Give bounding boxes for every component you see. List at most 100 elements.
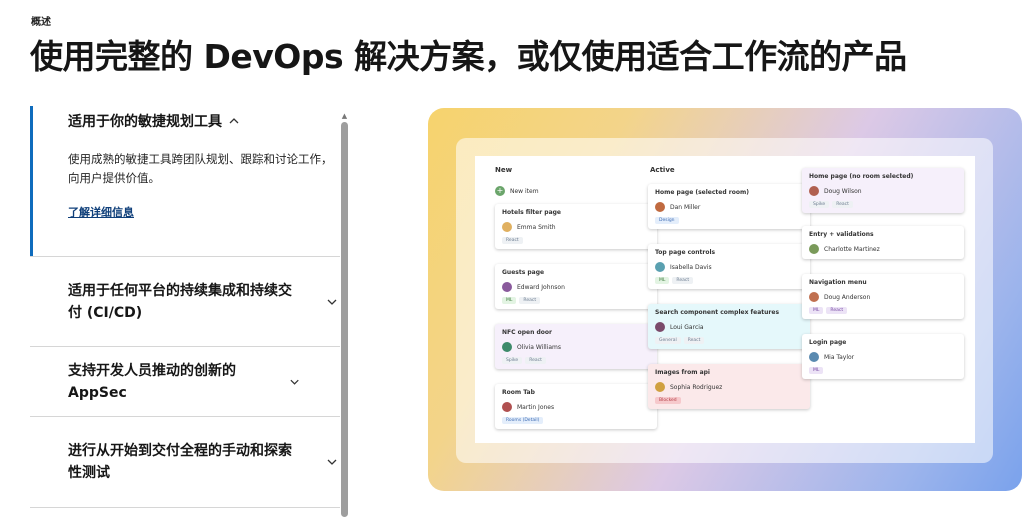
accordion-title: 适用于任何平台的持续集成和持续交付 (CI/CD): [68, 282, 292, 321]
tag-badge: React: [672, 277, 694, 284]
kanban-card: Entry + validations Charlotte Martinez: [802, 226, 964, 259]
card-assignee: Mia Taylor: [809, 352, 957, 362]
card-tags: Blocked: [655, 397, 803, 404]
tag-badge: React: [519, 297, 541, 304]
accordion-title: 适用于你的敏捷规划工具: [68, 114, 222, 130]
card-assignee: Isabella Davis: [655, 262, 803, 272]
card-assignee: Olivia Williams: [502, 342, 650, 352]
avatar: [809, 292, 819, 302]
avatar: [655, 322, 665, 332]
card-assignee: Edward Johnson: [502, 282, 650, 292]
card-title: NFC open door: [502, 329, 552, 336]
card-tags: ML React: [502, 297, 650, 304]
avatar: [655, 262, 665, 272]
avatar: [502, 222, 512, 232]
assignee-name: Isabella Davis: [670, 263, 712, 271]
card-tags: Spike React: [502, 357, 650, 364]
card-tags: General React: [655, 337, 803, 344]
card-tags: ML React: [655, 277, 803, 284]
card-tags: ML: [809, 367, 957, 374]
tag-badge: React: [502, 237, 523, 244]
tag-badge: ML: [655, 277, 670, 284]
tag-badge: ML: [502, 297, 517, 304]
assignee-name: Sophia Rodriguez: [670, 383, 723, 391]
card-assignee: Loui Garcia: [655, 322, 803, 332]
assignee-name: Doug Anderson: [824, 293, 871, 301]
scroll-up-icon[interactable]: ▲: [341, 112, 348, 120]
chevron-down-icon: [327, 299, 337, 305]
card-title: Images from api: [655, 369, 710, 376]
plus-icon: +: [495, 186, 505, 196]
scrollbar[interactable]: ▲: [341, 112, 348, 517]
accordion-description: 使用成熟的敏捷工具跨团队规划、跟踪和讨论工作，向用户提供价值。: [68, 152, 333, 185]
boards-illustration: New + New item Active Hotels filter page…: [428, 108, 1022, 491]
card-title: Home page (selected room): [655, 189, 749, 196]
tag-badge: Design: [655, 217, 679, 224]
accordion-item-testing[interactable]: 进行从开始到交付全程的手动和探索性测试: [30, 416, 340, 508]
tag-badge: Blocked: [655, 397, 681, 404]
tag-badge: General: [655, 337, 681, 344]
page-title: 使用完整的 DevOps 解决方案，或仅使用适合工作流的产品: [30, 37, 907, 76]
assignee-name: Olivia Williams: [517, 343, 561, 351]
accordion-header-agile[interactable]: 适用于你的敏捷规划工具: [68, 110, 340, 132]
avatar: [809, 244, 819, 254]
tag-badge: ML: [809, 367, 824, 374]
column-title-active: Active: [650, 166, 675, 174]
assignee-name: Dan Miller: [670, 203, 701, 211]
card-assignee: Martin Jones: [502, 402, 650, 412]
card-tags: Rooms (Detail): [502, 417, 650, 424]
learn-more-link[interactable]: 了解详细信息: [68, 204, 134, 220]
avatar: [809, 352, 819, 362]
kanban-card: Home page (selected room) Dan Miller Desig…: [648, 184, 810, 229]
eyebrow-label: 概述: [31, 17, 51, 28]
kanban-board: New + New item Active Hotels filter page…: [475, 156, 975, 443]
card-assignee: Emma Smith: [502, 222, 650, 232]
tag-badge: ML: [809, 307, 824, 314]
kanban-card: Guests page Edward Johnson ML React: [495, 264, 657, 309]
card-assignee: Sophia Rodriguez: [655, 382, 803, 392]
kanban-card: Room Tab Martin Jones Rooms (Detail): [495, 384, 657, 429]
assignee-name: Charlotte Martinez: [824, 245, 880, 253]
card-assignee: Charlotte Martinez: [809, 244, 957, 254]
avatar: [655, 202, 665, 212]
avatar: [502, 342, 512, 352]
assignee-name: Martin Jones: [517, 403, 555, 411]
accordion-item-cicd[interactable]: 适用于任何平台的持续集成和持续交付 (CI/CD): [30, 256, 340, 346]
kanban-card: Home page (no room selected) Doug Wilson S…: [802, 168, 964, 213]
kanban-card: NFC open door Olivia Williams Spike React: [495, 324, 657, 369]
kanban-card: Images from api Sophia Rodriguez Blocked: [648, 364, 810, 409]
avatar: [809, 186, 819, 196]
chevron-down-icon: [290, 379, 299, 385]
avatar: [655, 382, 665, 392]
kanban-card: Top page controls Isabella Davis ML React: [648, 244, 810, 289]
card-assignee: Dan Miller: [655, 202, 803, 212]
card-title: Home page (no room selected): [809, 173, 914, 180]
chevron-up-icon: [229, 118, 239, 124]
card-tags: Spike React: [809, 201, 957, 208]
avatar: [502, 282, 512, 292]
column-title-new: New: [495, 166, 513, 174]
tag-badge: Rooms (Detail): [502, 417, 544, 424]
accordion-item-agile: 适用于你的敏捷规划工具 使用成熟的敏捷工具跨团队规划、跟踪和讨论工作，向用户提供…: [30, 106, 340, 256]
card-assignee: Doug Anderson: [809, 292, 957, 302]
new-item-button: + New item: [495, 186, 539, 196]
kanban-card: Navigation menu Doug Anderson ML React: [802, 274, 964, 319]
card-title: Guests page: [502, 269, 545, 276]
tag-badge: React: [826, 307, 848, 314]
assignee-name: Loui Garcia: [670, 323, 704, 331]
card-title: Top page controls: [655, 249, 716, 256]
scrollbar-thumb[interactable]: [341, 122, 348, 517]
accordion-item-appsec[interactable]: 支持开发人员推动的创新的 AppSec: [30, 346, 340, 416]
tag-badge: Spike: [809, 201, 830, 208]
card-assignee: Doug Wilson: [809, 186, 957, 196]
assignee-name: Emma Smith: [517, 223, 556, 231]
avatar: [502, 402, 512, 412]
card-tags: Design: [655, 217, 803, 224]
assignee-name: Doug Wilson: [824, 187, 862, 195]
feature-accordion: 适用于你的敏捷规划工具 使用成熟的敏捷工具跨团队规划、跟踪和讨论工作，向用户提供…: [30, 106, 340, 508]
assignee-name: Edward Johnson: [517, 283, 565, 291]
tag-badge: React: [832, 201, 853, 208]
card-tags: ML React: [809, 307, 957, 314]
chevron-down-icon: [327, 459, 337, 465]
card-title: Hotels filter page: [502, 209, 561, 216]
